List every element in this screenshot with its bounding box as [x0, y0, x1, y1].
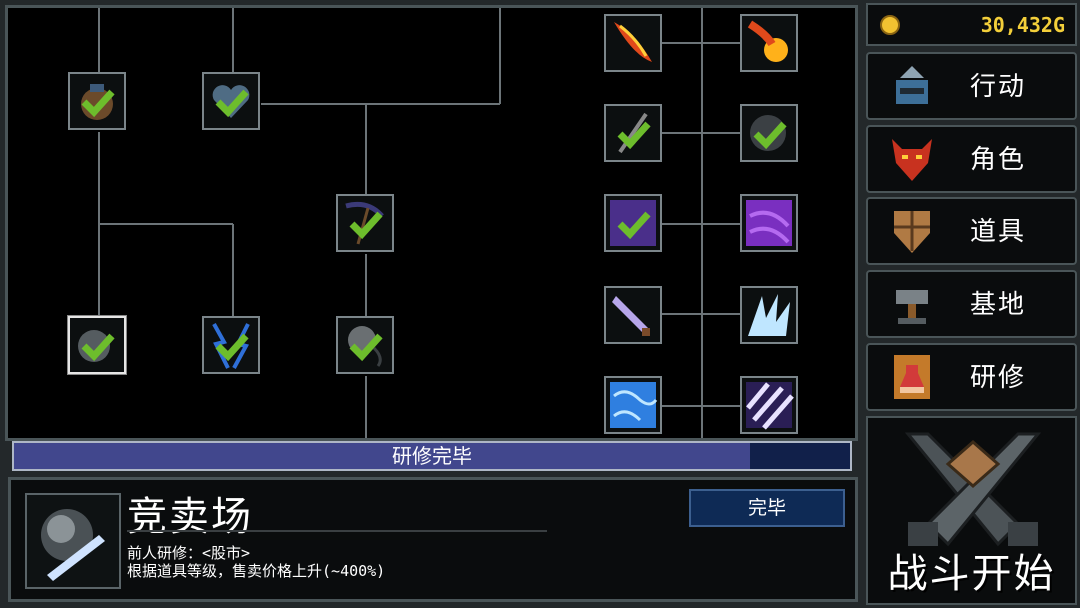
- menu-research-label: 研修: [970, 363, 1027, 393]
- research-progress-bar: 研修完毕: [12, 441, 852, 471]
- menu-base-label: 基地: [970, 290, 1027, 320]
- scythe-icon: [345, 201, 384, 245]
- potion-book-icon: [894, 355, 930, 399]
- bomb-icon: [78, 330, 115, 362]
- start-battle-button[interactable]: 战斗开始: [866, 416, 1077, 605]
- research-node-shadow[interactable]: [604, 194, 662, 252]
- research-node-fire-1[interactable]: [604, 14, 662, 72]
- research-node-pouch[interactable]: [68, 72, 126, 130]
- pouch-icon: [81, 84, 115, 120]
- start-battle-label: 战斗开始: [887, 551, 1056, 597]
- research-detail-panel: 竞卖场 完毕 前人研修：<股市> 根据道具等级，售卖价格上升(~400%): [8, 477, 858, 602]
- prerequisite-text: 前人研修：<股市>: [127, 544, 251, 562]
- effect-text: 根据道具等级，售卖价格上升(~400%): [127, 562, 386, 580]
- sword-icon: [617, 112, 651, 154]
- menu-character-button[interactable]: 角色: [866, 125, 1077, 193]
- research-node-lightning[interactable]: [202, 316, 260, 374]
- rope-icon: [348, 326, 383, 367]
- research-node-scythe[interactable]: [336, 194, 394, 252]
- progress-label: 研修完毕: [392, 444, 472, 468]
- heart-icon: [212, 85, 250, 118]
- crossed-swords-icon: [904, 432, 1042, 547]
- fire-icon: [614, 22, 652, 62]
- cauldron-icon: [896, 66, 928, 104]
- research-node-slash[interactable]: [740, 376, 798, 434]
- shadow-icon: [610, 200, 656, 246]
- shield-icon: [894, 211, 930, 253]
- research-node-fireball[interactable]: [740, 14, 798, 72]
- research-node-water[interactable]: [604, 376, 662, 434]
- research-node-auction-selected[interactable]: [67, 315, 127, 375]
- fireball-icon: [747, 20, 788, 62]
- research-node-rope[interactable]: [336, 316, 394, 374]
- tree-connector-lines: [98, 8, 742, 438]
- auction-bomb-icon: [41, 509, 105, 581]
- selected-research-icon-box: [25, 493, 121, 589]
- research-node-crystal-blade[interactable]: [604, 286, 662, 344]
- research-tree-panel: [5, 5, 858, 441]
- void-icon: [746, 200, 792, 246]
- menu-base-button[interactable]: 基地: [866, 270, 1077, 338]
- crystal-blade-icon: [612, 296, 650, 336]
- menu-action-label: 行动: [970, 72, 1027, 102]
- menu-items-label: 道具: [970, 217, 1027, 247]
- research-node-sword-check[interactable]: [604, 104, 662, 162]
- menu-research-button[interactable]: 研修: [866, 343, 1077, 411]
- slash-icon: [746, 382, 794, 430]
- title-divider: [127, 530, 547, 532]
- menu-character-label: 角色: [970, 145, 1027, 175]
- complete-button[interactable]: 完毕: [689, 489, 845, 527]
- menu-items-button[interactable]: 道具: [866, 197, 1077, 265]
- research-node-dark-orb[interactable]: [740, 104, 798, 162]
- demon-mask-icon: [892, 139, 932, 181]
- gold-counter: 30,432G: [866, 3, 1077, 46]
- water-icon: [610, 382, 658, 428]
- research-node-void[interactable]: [740, 194, 798, 252]
- research-description: 前人研修：<股市> 根据道具等级，售卖价格上升(~400%): [127, 544, 385, 580]
- research-node-heart[interactable]: [202, 72, 260, 130]
- menu-action-button[interactable]: 行动: [866, 52, 1077, 120]
- ice-icon: [748, 294, 790, 336]
- research-title: 竞卖场: [127, 494, 253, 540]
- research-node-ice[interactable]: [740, 286, 798, 344]
- gold-amount: 30,432G: [980, 13, 1065, 37]
- dark-orb-icon: [750, 115, 787, 151]
- gold-coin-icon: [880, 15, 900, 35]
- blue-lightning-icon: [212, 323, 250, 369]
- anvil-hammer-icon: [896, 290, 928, 324]
